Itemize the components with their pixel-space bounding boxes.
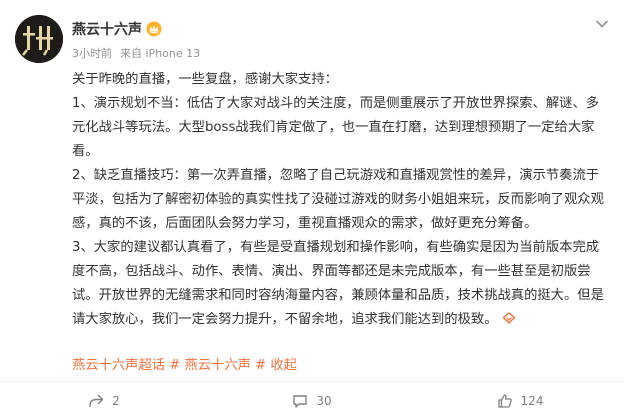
topic-tags: 燕云十六声超话 # 燕云十六声 # 收起 — [72, 356, 297, 376]
post-paragraph-3-text: 3、大家的建议都认真看了，有些是受直播规划和操作影响，有些确实是因为当前版本完成… — [72, 240, 604, 327]
post-intro: 关于昨晚的直播，一些复盘，感谢大家支持： — [72, 72, 338, 87]
post-meta: 3小时前 来自 iPhone 13 — [72, 45, 200, 61]
tag-supertopic-link[interactable]: 燕云十六声超话 — [72, 358, 165, 373]
post-paragraph-2: 2、缺乏直播技巧：第一次弄直播，忽略了自己玩游戏和直播观赏性的差异，演示节奏流于… — [72, 168, 604, 231]
repost-button[interactable]: 2 — [0, 382, 208, 420]
avatar[interactable] — [15, 15, 63, 63]
action-bar: 2 30 124 — [0, 382, 624, 420]
comment-icon — [293, 395, 308, 408]
comment-button[interactable]: 30 — [208, 382, 416, 420]
like-count: 124 — [520, 394, 544, 408]
collapse-link[interactable]: 收起 — [270, 358, 297, 373]
like-icon — [497, 394, 512, 408]
author-name-text[interactable]: 燕云十六声 — [72, 19, 142, 39]
avatar-logo — [15, 15, 63, 63]
tag-hashtag-link[interactable]: # 燕云十六声 # — [169, 358, 266, 373]
post-paragraph-1: 1、演示规划不当：低估了大家对战斗的关注度，而是侧重展示了开放世界探索、解谜、多… — [72, 96, 600, 159]
more-options-button[interactable] — [592, 14, 612, 34]
post-source: 来自 iPhone 13 — [120, 47, 201, 60]
comment-count: 30 — [316, 394, 332, 408]
repost-count: 2 — [112, 394, 120, 408]
share-icon — [89, 394, 104, 407]
post-content: 关于昨晚的直播，一些复盘，感谢大家支持： 1、演示规划不当：低估了大家对战斗的关… — [72, 68, 612, 332]
author-name[interactable]: 燕云十六声 — [72, 19, 162, 39]
chevron-down-icon — [596, 20, 608, 28]
post-paragraph-3: 3、大家的建议都认真看了，有些是受直播规划和操作影响，有些确实是因为当前版本完成… — [72, 236, 612, 332]
vip-crown-icon — [146, 21, 162, 37]
post-time[interactable]: 3小时前 — [72, 45, 112, 61]
like-button[interactable]: 124 — [416, 382, 624, 420]
topic-tail-icon — [501, 309, 516, 324]
weibo-post-card: 燕云十六声 3小时前 来自 iPhone 13 关于昨晚的直播，一些复盘，感谢大… — [0, 0, 624, 420]
